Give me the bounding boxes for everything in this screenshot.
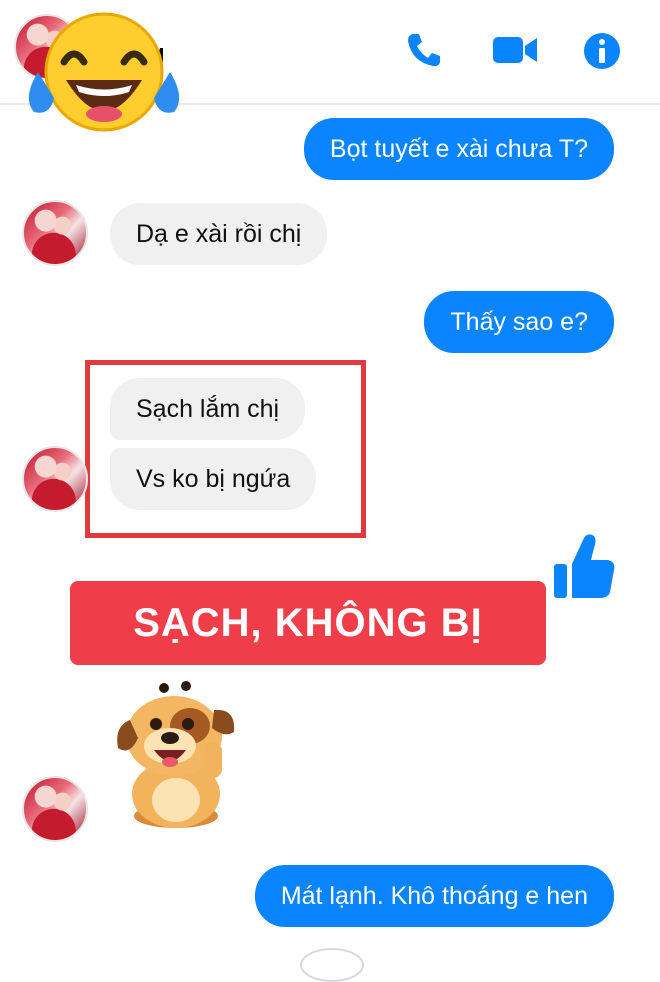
puppy-sticker[interactable]: [108, 680, 243, 832]
incoming-message[interactable]: Dạ e xài rồi chị: [110, 203, 328, 265]
info-icon[interactable]: [582, 31, 622, 71]
contact-avatar-small[interactable]: [22, 446, 88, 512]
incoming-message[interactable]: Sạch lắm chị: [110, 378, 306, 440]
outgoing-message[interactable]: Thấy sao e?: [424, 291, 614, 353]
incoming-message[interactable]: Vs ko bị ngứa: [110, 448, 317, 510]
contact-avatar-small[interactable]: [22, 200, 88, 266]
scroll-down-button[interactable]: [300, 948, 364, 982]
video-camera-icon[interactable]: [491, 33, 539, 67]
laughing-tears-emoji: [28, 12, 180, 132]
outgoing-message[interactable]: Mát lạnh. Khô thoáng e hen: [254, 865, 614, 927]
contact-avatar-small[interactable]: [22, 776, 88, 842]
phone-icon[interactable]: [404, 30, 444, 70]
caption-banner: SẠCH, KHÔNG BỊ NGỨA: [70, 581, 546, 729]
outgoing-message[interactable]: Bọt tuyết e xài chưa T?: [303, 118, 614, 180]
thumbs-up-icon[interactable]: [552, 530, 618, 602]
